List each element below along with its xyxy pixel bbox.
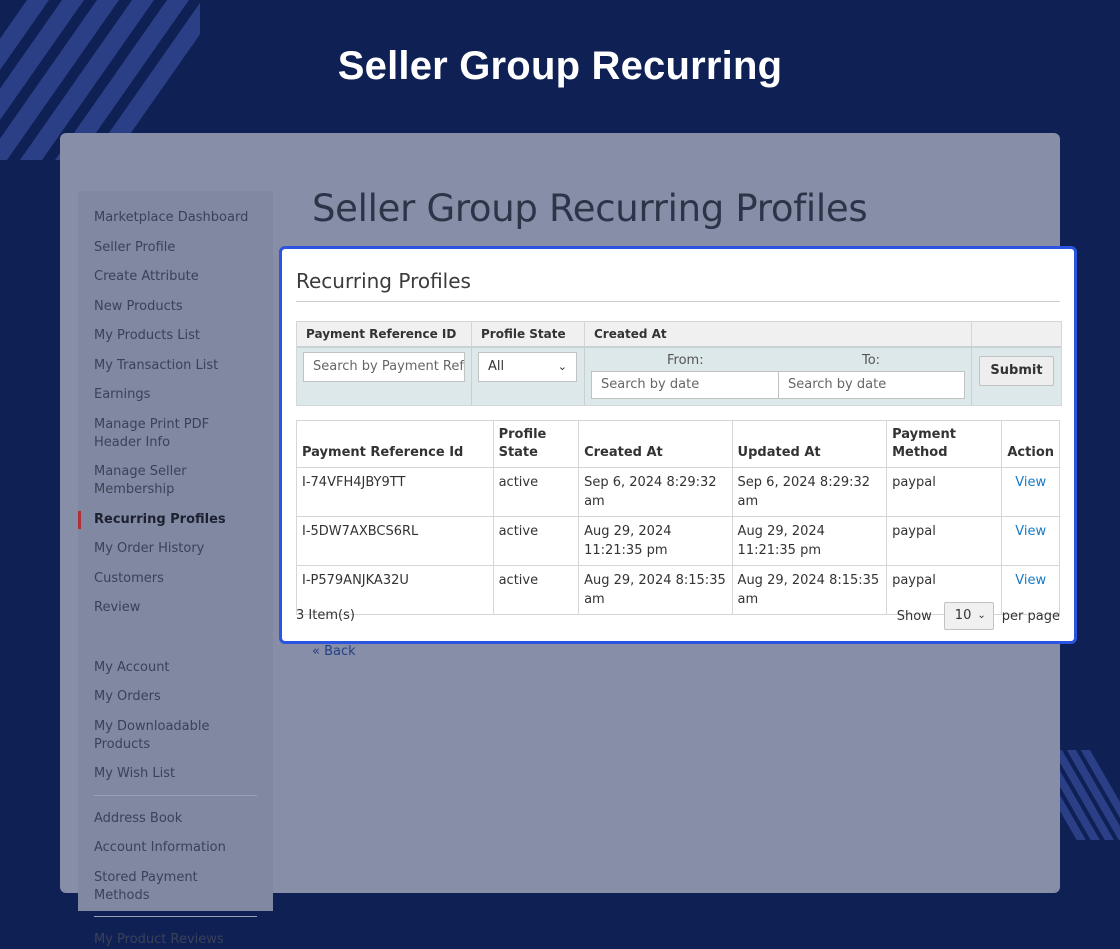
sidebar-item-customers[interactable]: Customers [78,570,254,588]
filter-header-row: Payment Reference ID Profile State Creat… [297,322,1061,348]
sidebar-item-stored-payment-methods[interactable]: Stored Payment Methods [78,869,254,905]
chevron-down-icon: ⌄ [977,610,986,621]
filter-header-profile-state: Profile State [472,322,585,346]
per-page-value: 10 [954,608,972,623]
table-header-row: Payment Reference Id Profile State Creat… [296,420,1060,468]
cell-created-at: Sep 6, 2024 8:29:32 am [578,467,733,517]
cell-updated-at: Aug 29, 2024 11:21:35 pm [731,516,888,566]
sidebar-item-new-products[interactable]: New Products [78,298,254,316]
col-updated-at: Updated At [731,420,888,468]
cell-updated-at: Sep 6, 2024 8:29:32 am [731,467,888,517]
show-label: Show [896,608,932,624]
payment-ref-search-input[interactable]: Search by Payment Reference ID [303,352,465,382]
cell-profile-state: active [492,467,580,517]
sidebar-item-manage-seller-membership[interactable]: Manage Seller Membership [78,463,254,499]
sidebar-group-profile: Address Book Account Information Stored Pa… [78,810,273,905]
sidebar-item-address-book[interactable]: Address Book [78,810,254,828]
view-link[interactable]: View [1015,475,1046,490]
col-payment-reference-id: Payment Reference Id [296,420,494,468]
cell-created-at: Aug 29, 2024 11:21:35 pm [578,516,733,566]
col-created-at: Created At [578,420,733,468]
sidebar-item-recurring-profiles[interactable]: Recurring Profiles [78,510,254,529]
recurring-profiles-panel: Recurring Profiles Payment Reference ID … [279,246,1077,644]
sidebar-group-account: My Account My Orders My Downloadable Produ… [78,659,273,784]
sidebar-item-my-products-list[interactable]: My Products List [78,327,254,345]
to-label: To: [862,353,881,368]
sidebar-item-my-order-history[interactable]: My Order History [78,540,254,558]
cell-payment-reference-id: I-5DW7AXBCS6RL [296,516,494,566]
submit-button[interactable]: Submit [979,356,1054,386]
table-row: I-74VFH4JBY9TT active Sep 6, 2024 8:29:32 … [296,467,1060,517]
per-page-label: per page [1001,608,1060,624]
sidebar-item-seller-profile[interactable]: Seller Profile [78,239,254,257]
chevron-down-icon: ⌄ [557,360,567,373]
sidebar-item-manage-print-pdf-header-info[interactable]: Manage Print PDF Header Info [78,416,254,452]
cell-action: View [1001,516,1060,566]
table-row: I-5DW7AXBCS6RL active Aug 29, 2024 11:21:3… [296,516,1060,566]
view-link[interactable]: View [1015,573,1046,588]
sidebar-item-my-account[interactable]: My Account [78,659,254,677]
sidebar-item-account-information[interactable]: Account Information [78,839,254,857]
cell-profile-state: active [492,516,580,566]
sidebar-item-review[interactable]: Review [78,599,254,617]
table-body: I-74VFH4JBY9TT active Sep 6, 2024 8:29:32 … [296,467,1060,615]
per-page-select[interactable]: 10 ⌄ [943,602,994,630]
sidebar-group-reviews: My Product Reviews [78,931,273,949]
cell-payment-reference-id: I-74VFH4JBY9TT [296,467,494,517]
col-profile-state: Profile State [492,420,580,468]
items-count: 3 Item(s) [296,608,355,623]
page-title: Seller Group Recurring Profiles [312,187,868,230]
sidebar-item-my-orders[interactable]: My Orders [78,688,254,706]
col-action: Action [1001,420,1060,468]
cell-updated-at: Aug 29, 2024 8:15:35 am [731,565,888,615]
created-to-date-input[interactable]: Search by date [778,371,965,399]
sidebar-item-my-transaction-list[interactable]: My Transaction List [78,357,254,375]
sidebar-item-earnings[interactable]: Earnings [78,386,254,404]
sidebar-item-my-downloadable-products[interactable]: My Downloadable Products [78,718,254,754]
sidebar-divider [94,916,257,917]
cell-payment-method: paypal [886,467,1003,517]
profile-state-value: All [488,359,505,374]
created-from-date-input[interactable]: Search by date [591,371,779,399]
sidebar-item-marketplace-dashboard[interactable]: Marketplace Dashboard [78,209,254,227]
sidebar-item-my-wish-list[interactable]: My Wish List [78,765,254,783]
filter-input-row: Search by Payment Reference ID All ⌄ Fro… [297,348,1061,405]
hero-title: Seller Group Recurring [337,44,783,88]
pager: Show 10 ⌄ per page [897,602,1060,630]
recurring-profiles-table: Payment Reference Id Profile State Creat… [296,420,1060,615]
filter-header-actions [972,322,1061,346]
cell-action: View [1001,467,1060,517]
filter-header-payment-ref: Payment Reference ID [297,322,472,346]
cell-created-at: Aug 29, 2024 8:15:35 am [578,565,733,615]
panel-title: Recurring Profiles [296,269,471,293]
view-link[interactable]: View [1015,524,1046,539]
profile-state-select[interactable]: All ⌄ [478,352,577,382]
filter-header-created-at: Created At [585,322,972,346]
decorative-stripes-bottom-right [1050,750,1120,840]
cell-profile-state: active [492,565,580,615]
sidebar-divider [94,794,257,796]
back-link[interactable]: « Back [312,644,356,659]
sidebar-item-create-attribute[interactable]: Create Attribute [78,268,254,286]
account-sidebar: Marketplace Dashboard Seller Profile Creat… [78,191,273,947]
sidebar-item-my-product-reviews[interactable]: My Product Reviews [78,931,254,949]
sidebar-group-marketplace: Marketplace Dashboard Seller Profile Creat… [78,209,273,617]
col-payment-method: Payment Method [886,420,1003,468]
from-label: From: [667,353,704,368]
title-divider [296,301,1060,302]
filter-form: Payment Reference ID Profile State Creat… [296,321,1062,406]
cell-payment-method: paypal [886,516,1003,566]
